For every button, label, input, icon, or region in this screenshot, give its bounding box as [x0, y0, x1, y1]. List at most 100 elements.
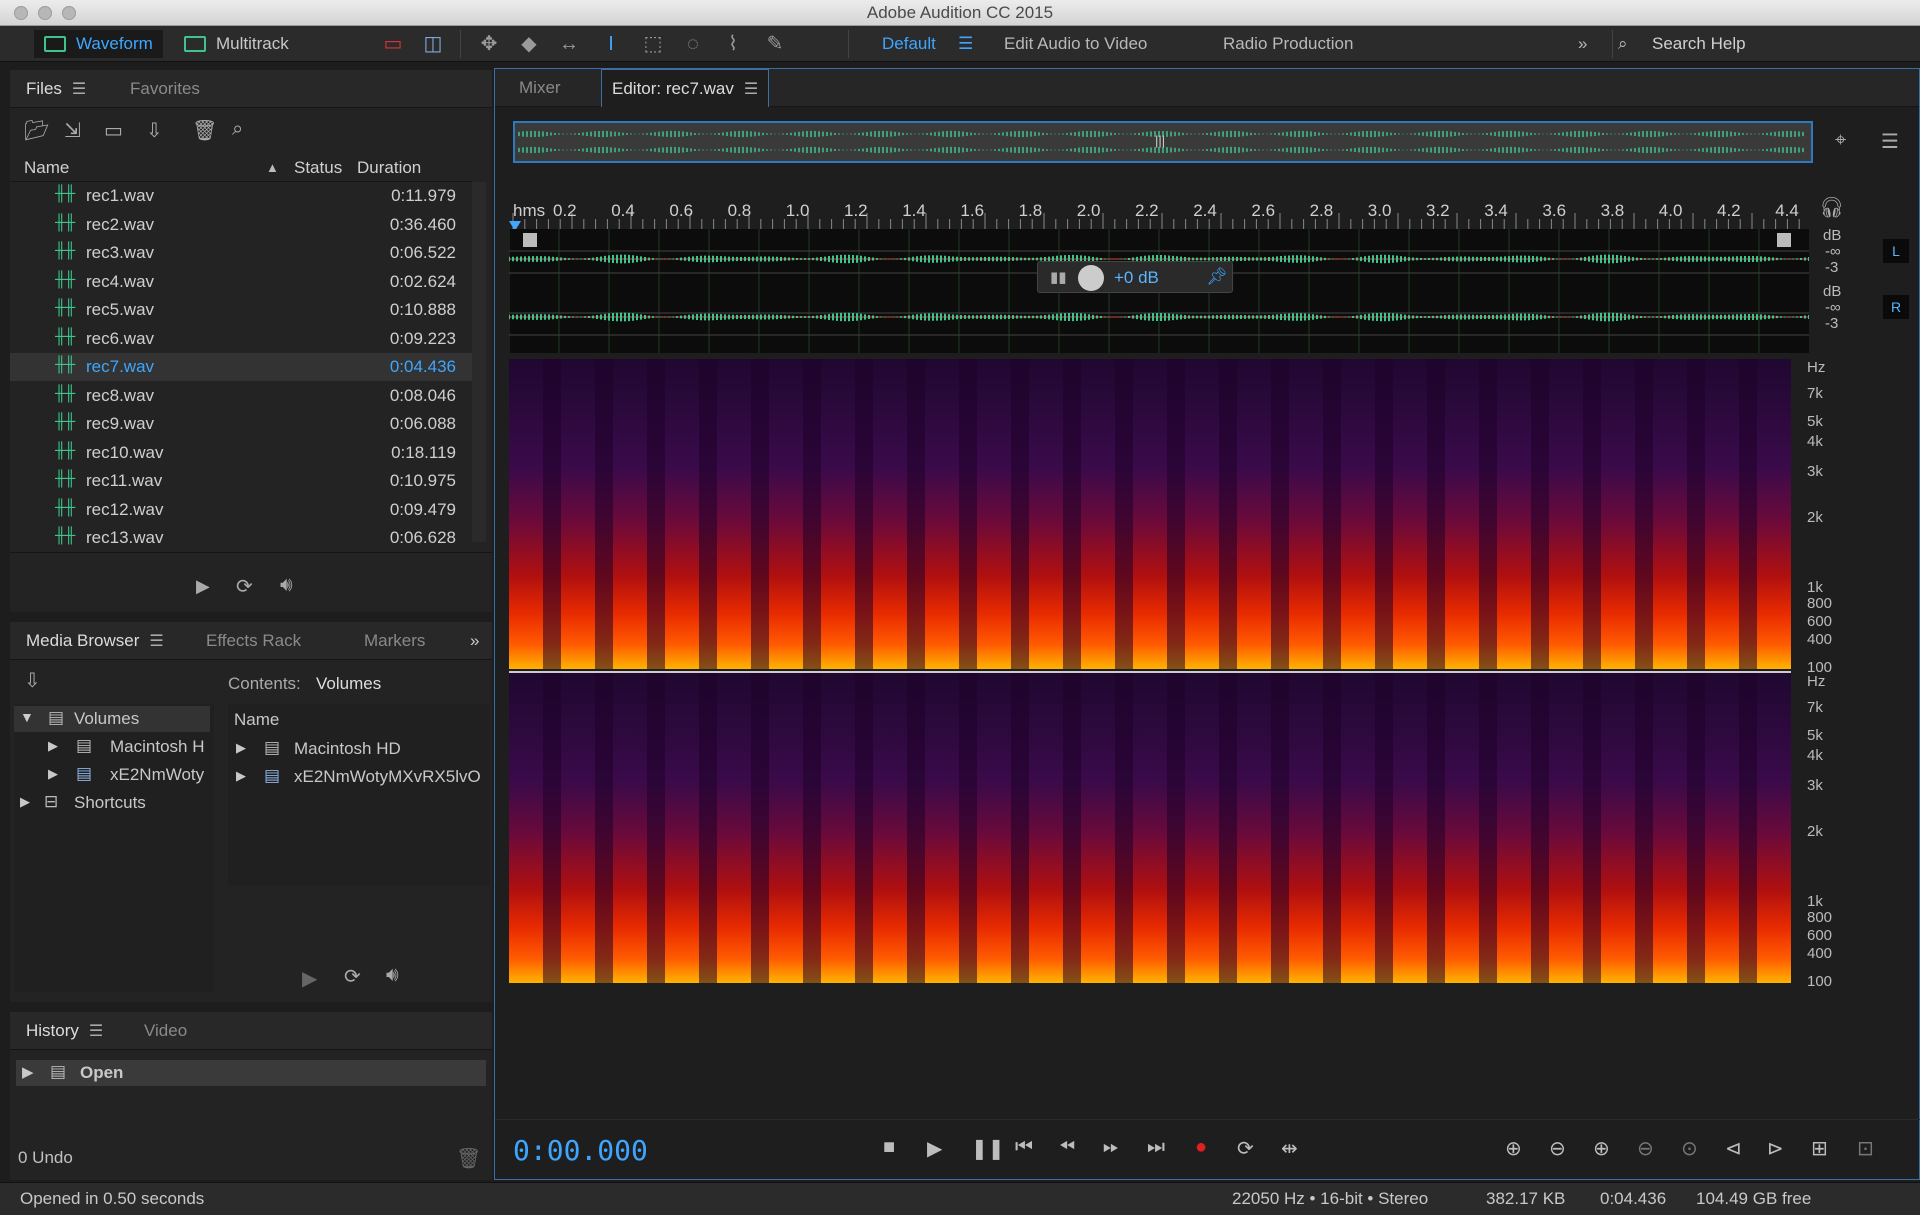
media-item-drive[interactable]: ▶ ▤ xE2NmWotyMXvRX5lvO [228, 764, 490, 790]
workspace-default[interactable]: Default [882, 34, 936, 54]
media-autoplay-icon[interactable]: 🔊︎ [386, 964, 399, 987]
file-row[interactable]: ╫╫ rec10.wav 0:18.119 [10, 439, 472, 467]
time-ruler[interactable]: hms 0.2 0.4 0.6 0.8 1.0 1.2 1.4 1.6 1.8 2.0 2.2 2.4… [509, 187, 1809, 229]
zoom-out-amplitude-icon[interactable]: ⊖ [1549, 1136, 1566, 1161]
file-row[interactable]: ╫╫ rec4.wav 0:02.624 [10, 268, 472, 296]
marquee-tool-icon[interactable]: ⬚ [640, 32, 666, 56]
waveform-overview[interactable]: ||| [513, 121, 1813, 163]
headphones-icon[interactable]: 🎧︎ [1819, 195, 1844, 220]
tree-item-macintosh[interactable]: ▶ ▤ Macintosh H [14, 734, 210, 760]
channel-left-toggle[interactable]: L [1883, 239, 1909, 263]
search-files-icon[interactable]: ⌕ [232, 118, 243, 141]
file-row[interactable]: ╫╫ rec6.wav 0:09.223 [10, 325, 472, 353]
tab-favorites[interactable]: Favorites [120, 70, 210, 108]
play-preview-icon[interactable]: ▶ [196, 576, 210, 597]
pin-icon[interactable]: 📌︎ [1206, 267, 1228, 287]
zoom-to-selection-icon[interactable]: ⊞ [1811, 1136, 1828, 1161]
file-row[interactable]: ╫╫ rec5.wav 0:10.888 [10, 296, 472, 324]
tab-markers[interactable]: Markers [354, 622, 435, 660]
tab-history[interactable]: History ☰ [16, 1012, 113, 1050]
delete-history-icon[interactable]: 🗑︎ [456, 1146, 481, 1171]
import-icon[interactable]: ⇩ [24, 668, 41, 693]
media-name-header[interactable]: Name [234, 710, 279, 730]
file-row[interactable]: ╫╫ rec3.wav 0:06.522 [10, 239, 472, 267]
spectral-pitch-icon[interactable]: ◫ [420, 32, 446, 56]
file-list-scrollbar[interactable] [472, 182, 486, 542]
panel-options-icon[interactable]: ☰ [1881, 129, 1899, 154]
tree-item-shortcuts[interactable]: ▶ ⊟ Shortcuts [14, 790, 210, 816]
media-play-icon[interactable]: ▶ [302, 966, 317, 991]
file-row[interactable]: ╫╫ rec12.wav 0:09.479 [10, 496, 472, 524]
waveform-display[interactable]: ▮▮ +0 dB 📌︎ [509, 229, 1809, 353]
workspace-radio-production[interactable]: Radio Production [1223, 34, 1353, 54]
zoom-out-time-icon[interactable]: ⊖ [1637, 1136, 1654, 1161]
loop-playback-icon[interactable]: ⟳ [1237, 1136, 1254, 1161]
channel-right-toggle[interactable]: R [1883, 295, 1909, 319]
time-display[interactable]: 0:00.000 [513, 1134, 648, 1167]
zoom-in-amplitude-icon[interactable]: ⊕ [1505, 1136, 1522, 1161]
zoom-in-at-in-point-icon[interactable]: ⊲ [1725, 1136, 1742, 1161]
file-row[interactable]: ╫╫ rec9.wav 0:06.088 [10, 410, 472, 438]
stop-icon[interactable]: ■ [883, 1136, 895, 1159]
duration-column-header[interactable]: Duration [357, 158, 421, 178]
file-row[interactable]: ╫╫ rec1.wav 0:11.979 [10, 182, 472, 210]
loop-preview-icon[interactable]: ⟳ [236, 574, 253, 599]
media-loop-icon[interactable]: ⟳ [344, 964, 361, 989]
go-to-end-icon[interactable]: ⏭︎ [1147, 1136, 1165, 1159]
delete-file-icon[interactable]: 🗑︎ [192, 118, 217, 143]
record-icon[interactable]: ● [1195, 1136, 1207, 1159]
pause-icon[interactable]: ❚❚ [971, 1136, 1005, 1161]
slip-tool-icon[interactable]: ↔ [556, 32, 582, 56]
hud-gain-control[interactable]: ▮▮ +0 dB 📌︎ [1037, 261, 1233, 293]
play-icon[interactable]: ▶ [927, 1136, 942, 1161]
razor-tool-icon[interactable]: ◆ [516, 32, 542, 56]
tab-files[interactable]: Files ☰ [16, 70, 96, 108]
contents-dropdown[interactable]: Volumes [316, 674, 381, 694]
tree-item-volumes[interactable]: ▼ ▤ Volumes [14, 706, 210, 732]
tab-mixer[interactable]: Mixer [509, 69, 571, 107]
file-row[interactable]: ╫╫ rec7.wav 0:04.436 [10, 353, 472, 381]
search-help-field[interactable]: Search Help [1652, 34, 1746, 54]
spectral-frequency-icon[interactable]: ▭ [380, 32, 406, 56]
new-file-icon[interactable]: ▭ [104, 118, 123, 143]
time-selection-tool-icon[interactable]: I [598, 32, 624, 56]
workspace-edit-audio-to-video[interactable]: Edit Audio to Video [1004, 34, 1147, 54]
file-row[interactable]: ╫╫ rec2.wav 0:36.460 [10, 211, 472, 239]
move-tool-icon[interactable]: ✥ [476, 32, 502, 56]
open-file-icon[interactable]: 📂︎ [24, 118, 49, 143]
media-item-macintosh[interactable]: ▶ ▤ Macintosh HD [228, 736, 490, 762]
gain-value[interactable]: +0 dB [1114, 268, 1159, 288]
brush-tool-icon[interactable]: ⌇ [720, 32, 746, 56]
waveform-mode-button[interactable]: Waveform [34, 30, 163, 58]
zoom-in-time-icon[interactable]: ⊕ [1593, 1136, 1610, 1161]
spectrogram-left-channel[interactable] [509, 359, 1791, 669]
tab-editor[interactable]: Editor: rec7.wav ☰ [601, 69, 770, 107]
healing-brush-icon[interactable]: ✎ [762, 32, 788, 56]
zoom-overview-icon[interactable]: ⌖ [1835, 129, 1846, 152]
tree-item-drive[interactable]: ▶ ▤ xE2NmWoty [14, 762, 210, 788]
history-item-open[interactable]: ▶ ▤ Open [16, 1060, 486, 1086]
go-to-start-icon[interactable]: ⏮︎ [1015, 1136, 1033, 1159]
more-panels-icon[interactable]: » [460, 622, 489, 660]
zoom-reset-icon[interactable]: ⊡ [1857, 1136, 1874, 1161]
zoom-out-full-icon[interactable]: ⊙ [1681, 1136, 1698, 1161]
insert-into-multitrack-icon[interactable]: ⇩ [146, 118, 163, 143]
name-column-header[interactable]: Name [24, 158, 69, 178]
status-column-header[interactable]: Status [294, 158, 342, 178]
file-row[interactable]: ╫╫ rec8.wav 0:08.046 [10, 382, 472, 410]
tab-video[interactable]: Video [134, 1012, 197, 1050]
spectral-display[interactable] [509, 359, 1791, 983]
lasso-tool-icon[interactable]: ◌ [680, 32, 706, 56]
fast-forward-icon[interactable]: ⏩︎ [1103, 1136, 1119, 1159]
file-row[interactable]: ╫╫ rec11.wav 0:10.975 [10, 467, 472, 495]
tab-effects-rack[interactable]: Effects Rack [196, 622, 311, 660]
import-file-icon[interactable]: ⇲ [64, 118, 81, 143]
zoom-in-at-out-point-icon[interactable]: ⊳ [1767, 1136, 1784, 1161]
tab-media-browser[interactable]: Media Browser ☰ [16, 622, 174, 660]
file-row[interactable]: ╫╫ rec13.wav 0:06.628 [10, 524, 472, 550]
gain-knob[interactable] [1078, 265, 1104, 291]
spectrogram-right-channel[interactable] [509, 673, 1791, 983]
multitrack-mode-button[interactable]: Multitrack [174, 30, 299, 58]
workspace-menu-icon[interactable]: ☰ [958, 34, 973, 54]
rewind-icon[interactable]: ⏪︎ [1059, 1136, 1075, 1159]
